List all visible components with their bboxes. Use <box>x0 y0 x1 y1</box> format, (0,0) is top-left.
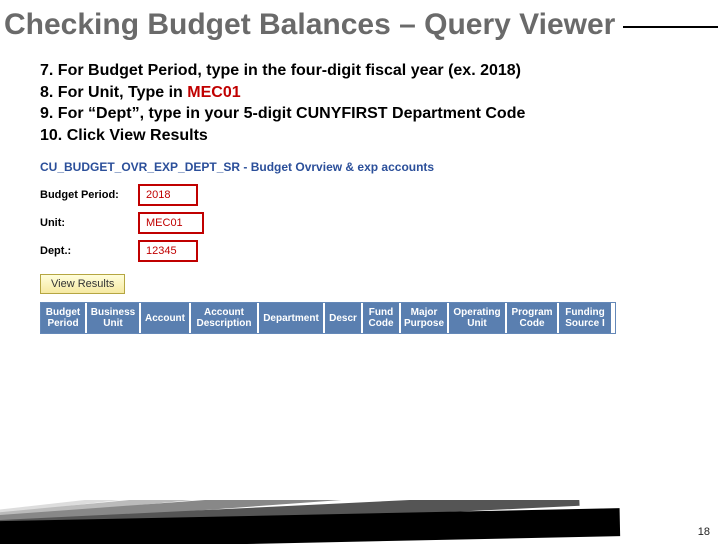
result-header: Budget Period Business Unit Account Acco… <box>40 302 616 334</box>
instructions-block: 7. For Budget Period, type in the four-d… <box>40 60 712 146</box>
col-program-code: Program Code <box>507 303 559 333</box>
page-title: Checking Budget Balances – Query Viewer <box>2 4 623 46</box>
footer-art <box>0 500 720 544</box>
col-account: Account <box>141 303 191 333</box>
col-major-purpose: Major Purpose <box>401 303 449 333</box>
instruction-line: 8. For Unit, Type in MEC01 <box>40 82 712 104</box>
unit-label: Unit: <box>40 217 138 229</box>
col-budget-period: Budget Period <box>41 303 87 333</box>
col-fund-code: Fund Code <box>363 303 401 333</box>
budget-period-input[interactable]: 2018 <box>138 184 198 206</box>
col-department: Department <box>259 303 325 333</box>
instruction-text: Click View Results <box>67 127 208 144</box>
dept-label: Dept.: <box>40 245 138 257</box>
instruction-text: For “Dept”, type in your 5-digit CUNYFIR… <box>58 105 526 122</box>
col-account-description: Account Description <box>191 303 259 333</box>
query-name: CU_BUDGET_OVR_EXP_DEPT_SR - Budget Ovrvi… <box>40 160 580 174</box>
instruction-line: 9. For “Dept”, type in your 5-digit CUNY… <box>40 103 712 125</box>
col-descr: Descr <box>325 303 363 333</box>
title-bar: Checking Budget Balances – Query Viewer <box>2 4 718 54</box>
form-row-dept: Dept.: 12345 <box>40 240 580 262</box>
col-business-unit: Business Unit <box>87 303 141 333</box>
instruction-text: For Budget Period, type in the four-digi… <box>58 62 521 79</box>
instruction-num: 10. <box>40 127 62 144</box>
instruction-line: 7. For Budget Period, type in the four-d… <box>40 60 712 82</box>
budget-period-label: Budget Period: <box>40 189 138 201</box>
page-number: 18 <box>698 526 710 538</box>
form-row-budget-period: Budget Period: 2018 <box>40 184 580 206</box>
dept-input[interactable]: 12345 <box>138 240 198 262</box>
instruction-num: 7. <box>40 62 53 79</box>
view-results-button[interactable]: View Results <box>40 274 125 294</box>
instruction-highlight: MEC01 <box>187 84 240 101</box>
unit-input[interactable]: MEC01 <box>138 212 204 234</box>
col-operating-unit: Operating Unit <box>449 303 507 333</box>
col-funding-source: Funding Source I <box>559 303 611 333</box>
form-row-unit: Unit: MEC01 <box>40 212 580 234</box>
instruction-line: 10. Click View Results <box>40 125 712 147</box>
instruction-text-prefix: For Unit, Type in <box>58 84 187 101</box>
instruction-num: 8. <box>40 84 53 101</box>
instruction-num: 9. <box>40 105 53 122</box>
query-panel: CU_BUDGET_OVR_EXP_DEPT_SR - Budget Ovrvi… <box>40 160 580 334</box>
